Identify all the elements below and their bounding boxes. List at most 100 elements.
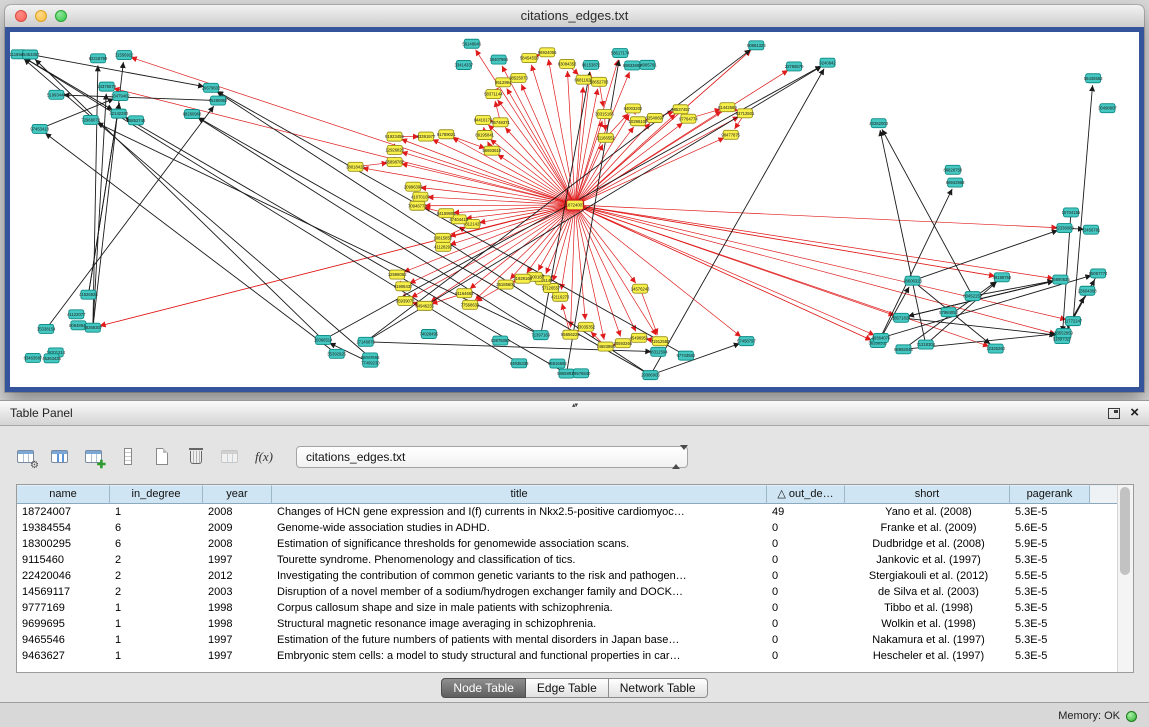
table-selector-combo[interactable]: citations_edges.txt [296,446,688,468]
tab-network-table[interactable]: Network Table [609,678,708,698]
network-node[interactable]: 15066514 [314,335,333,344]
network-node[interactable]: 91789021 [437,130,456,139]
network-edge[interactable] [575,50,751,205]
scrollbar-thumb[interactable] [1120,487,1130,575]
network-node[interactable]: 45363435 [42,354,61,363]
network-node[interactable]: 42142280 [109,109,128,118]
tab-node-table[interactable]: Node Table [441,678,526,698]
network-node[interactable]: 30315166 [595,110,614,119]
table-row[interactable]: 969969511998Structural magnetic resonanc… [17,616,1118,632]
network-node[interactable]: 30498807 [1098,104,1117,113]
network-edge[interactable] [40,99,114,129]
column-selector-icon[interactable] [116,445,140,469]
network-node[interactable]: 23035352 [577,322,596,331]
network-node[interactable]: 10815850 [433,233,452,242]
network-node[interactable]: 15704155 [1062,208,1081,217]
float-panel-icon[interactable] [1108,408,1120,419]
network-node[interactable]: 98537457 [671,105,690,114]
column-header-title[interactable]: title [272,485,767,504]
table-settings-icon[interactable]: ⚙ [14,445,38,469]
network-node[interactable]: 23479402 [111,92,130,101]
network-node[interactable]: 18571824 [892,313,911,322]
network-node[interactable]: 29679601 [202,83,221,92]
network-node[interactable]: 80452152 [963,292,982,301]
network-node[interactable]: 49199758 [993,273,1012,282]
network-node[interactable]: 84416172 [474,116,493,125]
network-edge[interactable] [46,106,214,329]
select-columns-icon[interactable] [48,445,72,469]
network-node[interactable]: 90861323 [747,41,766,50]
network-node[interactable]: 16690635 [1051,275,1070,284]
network-edge[interactable] [882,129,973,296]
network-node[interactable]: 48312594 [649,347,668,356]
network-node[interactable]: 41122077 [67,310,86,319]
function-builder-icon[interactable]: f(x) [252,445,276,469]
network-node[interactable]: 42336083 [1055,224,1074,233]
network-node[interactable]: 38018426 [346,162,365,171]
network-node[interactable]: 35392925 [327,349,346,358]
network-node[interactable]: 58652703 [590,77,609,86]
network-node[interactable]: 30593266 [613,339,632,348]
network-node[interactable]: 81442569 [718,103,737,112]
table-row[interactable]: 1872400712008Changes of HCN gene express… [17,504,1118,520]
network-node[interactable]: 84003202 [624,104,643,113]
network-node[interactable]: 91908437 [394,282,413,291]
network-node[interactable]: 35185609 [496,280,515,289]
network-node[interactable]: 18606323 [903,276,922,285]
network-node[interactable]: 57458797 [737,337,756,346]
network-edge[interactable] [452,138,575,205]
network-node[interactable]: 83463687 [24,353,43,362]
network-edge[interactable] [571,205,575,328]
column-header-name[interactable]: name [17,485,110,504]
table-row[interactable]: 1456911722003Disruption of a novel membe… [17,584,1118,600]
network-node[interactable]: 94159905 [437,209,456,218]
network-node[interactable]: 97453418 [30,124,49,133]
network-node[interactable]: 55436553 [1084,74,1103,83]
network-node[interactable]: 38525073 [509,73,528,82]
network-node[interactable]: 56148046 [462,39,481,48]
network-edge[interactable] [575,205,895,315]
column-header-pagerank[interactable]: pagerank [1010,485,1090,504]
network-node[interactable]: 56693618 [482,146,501,155]
network-edge[interactable] [880,130,926,345]
network-node[interactable]: 71397169 [531,331,550,340]
network-edge[interactable] [973,281,1054,296]
network-node[interactable]: 68260968 [183,110,202,119]
import-table-icon[interactable]: ✚ [82,445,106,469]
delete-icon[interactable] [184,445,208,469]
network-edge[interactable] [553,205,575,281]
network-node[interactable]: 97764774 [679,114,698,123]
network-node[interactable]: 71218304 [916,340,935,349]
tab-edge-table[interactable]: Edge Table [526,678,609,698]
network-edge[interactable] [575,205,1066,320]
network-node[interactable]: 86942968 [946,178,965,187]
table-row[interactable]: 911546021997Tourette syndrome. Phenomeno… [17,552,1118,568]
column-header-in_degree[interactable]: in_degree [110,485,203,504]
network-node[interactable]: 64935338 [510,359,529,368]
network-node[interactable]: 62540697 [646,113,665,122]
network-node[interactable]: 70946772 [408,201,427,210]
network-node[interactable]: 95748371 [491,118,510,127]
network-node[interactable]: 83084353 [558,59,577,68]
network-node[interactable]: 23604308 [1078,286,1097,295]
network-node[interactable]: 75280962 [209,96,228,105]
network-node[interactable]: 57984052 [939,308,958,317]
network-edge[interactable] [913,230,1058,280]
network-node[interactable]: 71912583 [651,337,670,346]
network-node[interactable]: 74683988 [596,342,615,351]
network-node[interactable]: 55656229 [561,330,580,339]
network-node[interactable]: 51993444 [47,90,66,99]
network-node[interactable]: 86828758 [944,165,963,174]
network-node[interactable]: 58617174 [611,49,630,58]
panel-splitter-handle[interactable]: ▴▾ [572,402,577,409]
network-edge[interactable] [908,280,1060,317]
network-node[interactable]: 82218799 [89,54,108,63]
network-node[interactable]: 48268307 [84,323,103,332]
network-node[interactable]: 65898787 [385,158,404,167]
network-node[interactable]: 45453367 [21,50,40,59]
network-node[interactable]: 79576840 [572,369,591,378]
network-node[interactable]: 95939073 [396,296,415,305]
network-node[interactable]: 31556922 [115,51,134,60]
network-edge[interactable] [926,282,997,345]
network-node[interactable]: 20996393 [404,182,423,191]
